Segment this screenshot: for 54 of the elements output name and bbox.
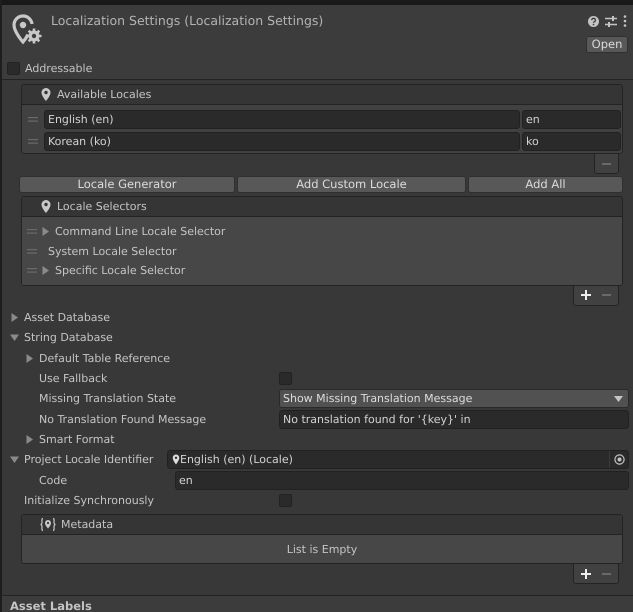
dropdown[interactable]: Show Missing Translation Message xyxy=(279,389,629,408)
add-icon[interactable] xyxy=(581,568,591,579)
list-item[interactable]: Command Line Locale Selector xyxy=(55,225,226,238)
section-title: Asset Labels xyxy=(10,599,92,612)
expand-arrow-icon[interactable] xyxy=(25,354,34,363)
text-field[interactable]: en xyxy=(175,470,629,490)
locale-button[interactable]: Add Custom Locale xyxy=(237,176,466,193)
list-item[interactable]: Specific Locale Selector xyxy=(55,264,186,278)
help-icon[interactable] xyxy=(588,16,599,26)
foldout-label[interactable]: Asset Database xyxy=(24,311,110,324)
pin-gear-icon xyxy=(11,14,43,46)
caret-icon xyxy=(614,396,623,402)
locale-field[interactable]: English (en) xyxy=(44,110,520,128)
checkbox-label: Addressable xyxy=(25,62,92,74)
expand-arrow-icon[interactable] xyxy=(25,434,34,444)
foldout-label[interactable]: String Database xyxy=(24,331,113,344)
list-title: Locale Selectors xyxy=(57,200,147,213)
text-field[interactable]: No translation found for '{key}' in xyxy=(279,410,629,429)
field-label: Initialize Synchronously xyxy=(24,494,154,507)
list-item[interactable]: System Locale Selector xyxy=(48,244,176,258)
code-field[interactable]: en xyxy=(522,110,621,128)
checkbox[interactable] xyxy=(7,62,20,74)
drag-handle-icon[interactable] xyxy=(28,138,38,144)
collapse-arrow-icon[interactable] xyxy=(10,333,19,342)
more-options-icon[interactable] xyxy=(623,15,627,27)
sliders-icon[interactable] xyxy=(605,16,617,26)
locale-button[interactable]: Add All xyxy=(468,176,623,193)
foldout-label[interactable]: Smart Format xyxy=(39,432,115,446)
drag-handle-icon[interactable] xyxy=(27,268,37,274)
field-label: Use Fallback xyxy=(39,372,108,386)
object-field[interactable]: English (en) (Locale) xyxy=(167,450,629,470)
list-title: Metadata xyxy=(61,518,114,532)
locale-button[interactable]: Locale Generator xyxy=(19,176,235,193)
locale-field[interactable]: Korean (ko) xyxy=(44,132,520,150)
expand-arrow-icon[interactable] xyxy=(41,227,50,236)
pin-icon xyxy=(172,454,180,466)
collapse-arrow-icon[interactable] xyxy=(10,455,19,464)
expand-arrow-icon[interactable] xyxy=(41,266,50,276)
expand-arrow-icon[interactable] xyxy=(10,313,19,322)
empty-list-text: List is Empty xyxy=(286,542,358,556)
field-label: Code xyxy=(39,474,68,487)
inspector-title: Localization Settings (Localization Settings) xyxy=(51,13,324,28)
field-label: No Translation Found Message xyxy=(39,412,206,426)
drag-handle-icon[interactable] xyxy=(28,116,38,122)
open-button[interactable]: Open xyxy=(586,36,628,53)
foldout-label[interactable]: Project Locale Identifier xyxy=(24,453,154,466)
field-label: Missing Translation State xyxy=(39,392,176,406)
list-title: Available Locales xyxy=(57,88,152,101)
target-icon[interactable] xyxy=(614,454,624,466)
code-field[interactable]: ko xyxy=(522,132,621,150)
drag-handle-icon[interactable] xyxy=(27,248,37,254)
foldout-label[interactable]: Default Table Reference xyxy=(39,352,170,365)
add-icon[interactable] xyxy=(581,290,591,300)
drag-handle-icon[interactable] xyxy=(27,229,37,234)
